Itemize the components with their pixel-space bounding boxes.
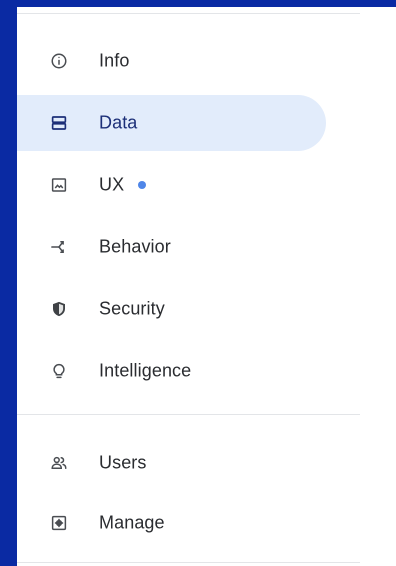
sidebar-item-label: Manage (99, 512, 165, 533)
sidebar-item-ux[interactable]: UX (17, 157, 326, 213)
storage-icon (50, 114, 68, 132)
sidebar-item-label: Intelligence (99, 360, 192, 381)
image-icon (50, 176, 68, 194)
users-icon (50, 454, 68, 472)
sidebar-item-intelligence[interactable]: Intelligence (17, 343, 326, 399)
sidebar-item-label: Users (99, 452, 147, 473)
behavior-icon (50, 238, 68, 256)
section-divider (17, 414, 360, 415)
top-divider (17, 13, 360, 14)
sidebar-item-label: Info (99, 50, 130, 71)
sidebar-item-security[interactable]: Security (17, 281, 326, 337)
sidebar-item-users[interactable]: Users (17, 435, 326, 491)
sidebar-item-info[interactable]: Info (17, 33, 326, 89)
notification-dot (138, 181, 146, 189)
sidebar-item-behavior[interactable]: Behavior (17, 219, 326, 275)
sidebar-item-data[interactable]: Data (17, 95, 326, 151)
bottom-divider (17, 562, 360, 563)
sidebar-item-manage[interactable]: Manage (17, 495, 326, 551)
sidebar-item-label: Data (99, 112, 138, 133)
manage-icon (50, 514, 68, 532)
lightbulb-icon (50, 362, 68, 380)
sidebar-item-label: Behavior (99, 236, 171, 257)
shield-icon (50, 300, 68, 318)
sidebar-item-label: UX (99, 174, 125, 195)
info-icon (50, 52, 68, 70)
sidebar-panel: Info Data UX Behavior Security Intellige… (17, 7, 396, 566)
outer-frame (0, 0, 396, 7)
sidebar-item-label: Security (99, 298, 165, 319)
